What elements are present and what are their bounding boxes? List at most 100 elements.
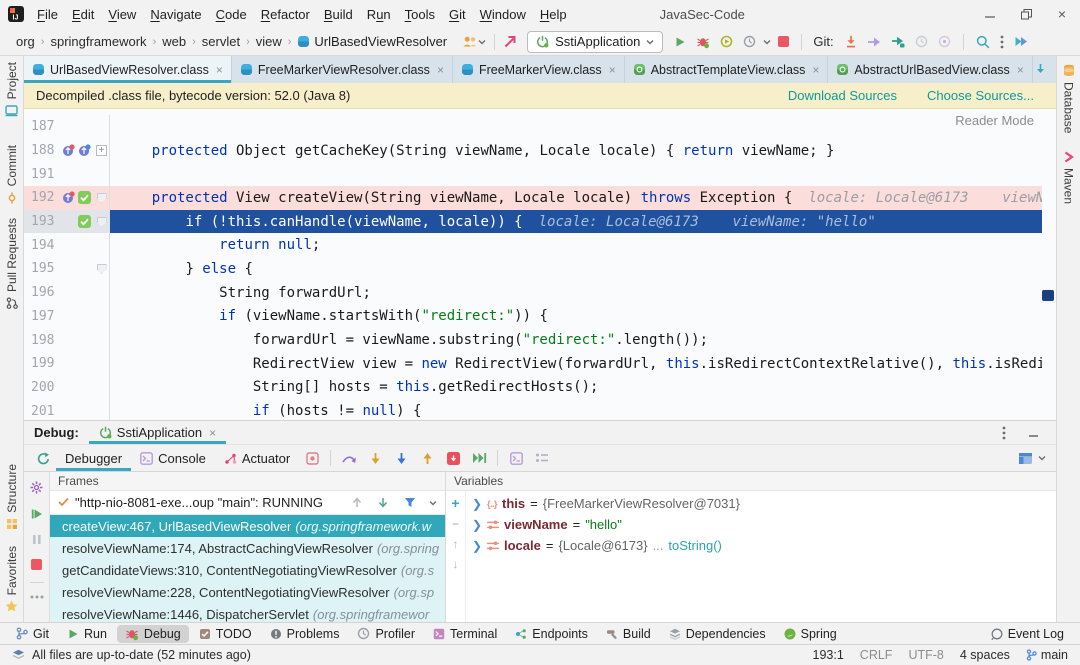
resume-program-button[interactable] [28,506,46,522]
layout-settings-button[interactable] [1015,450,1036,467]
code-text[interactable]: if (! this .canHandle(viewName, locale)) {… [110,209,1042,234]
minimize-button[interactable] [972,0,1008,28]
breadcrumb-servlet[interactable]: servlet [198,32,244,51]
line-number[interactable]: 188 [24,143,62,158]
remove-watch-button[interactable]: − [452,517,459,531]
code-text[interactable]: if (viewName.startsWith("redirect:")) { [110,305,1042,329]
editor-tab-abstracturlbasedview-class[interactable]: AbstractUrlBasedView.class × [828,56,1033,83]
download-sources-link[interactable]: Download Sources [788,88,897,103]
toolwindow-profiler[interactable]: Profiler [349,625,423,643]
line-ending-indicator[interactable]: CRLF [860,648,893,662]
menu-file[interactable]: File [30,4,65,25]
breadcrumb-view[interactable]: view [252,32,286,51]
menu-git[interactable]: Git [442,4,473,25]
tool-strip-pull-requests[interactable]: Pull Requests [5,218,19,309]
choose-sources-link[interactable]: Choose Sources... [927,88,1034,103]
toolwindow-todo[interactable]: TODO [191,625,260,643]
toolwindow-problems[interactable]: Problems [262,625,348,643]
debug-button[interactable] [693,33,713,51]
editor-tab-freemarkerviewresolver-class[interactable]: FreeMarkerViewResolver.class × [232,56,453,83]
add-watch-button[interactable]: + [451,495,459,511]
frame-row[interactable]: resolveViewName:174, AbstractCachingView… [50,537,445,559]
editor-tab-freemarkerview-class[interactable]: FreeMarkerView.class × [453,56,625,83]
menu-refactor[interactable]: Refactor [254,4,317,25]
line-number[interactable]: 194 [24,238,62,253]
to-string-link[interactable]: toString() [668,538,721,553]
expand-chevron-icon[interactable]: ❯ [472,497,482,511]
fold-collapse-icon[interactable] [96,216,107,227]
hidden-tabs-button[interactable] [1035,62,1056,77]
code-text[interactable]: RedirectView view = new RedirectView(for… [110,352,1042,376]
code-line[interactable]: 191 [24,162,1042,187]
code-with-me-button[interactable] [1011,33,1031,50]
rerun-debug-button[interactable] [30,445,56,471]
line-number[interactable]: 197 [24,309,62,324]
code-line[interactable]: 187 [24,115,1042,139]
git-fetch-button[interactable] [888,34,908,50]
code-line[interactable]: 198 forwardUrl = viewName.substring("red… [24,328,1042,352]
fold-expand-icon[interactable]: + [96,145,107,157]
breadcrumb-org[interactable]: org [12,32,39,51]
git-update-button[interactable] [842,33,860,50]
toolwindow-run[interactable]: Run [59,625,115,643]
code-text[interactable]: forwardUrl = viewName.substring("redirec… [110,328,1042,352]
git-history-button[interactable] [912,33,931,50]
fold-collapse-icon[interactable] [96,263,107,274]
code-line[interactable]: 197 if (viewName.startsWith("redirect:")… [24,304,1042,329]
expand-chevron-icon[interactable]: ❯ [472,539,482,553]
toolwindow-spring[interactable]: Spring [776,625,845,643]
code-line[interactable]: 199 RedirectView view = new RedirectView… [24,351,1042,376]
toolwindow-dependencies[interactable]: Dependencies [661,625,774,643]
frame-row[interactable]: createView:467, UrlBasedViewResolver (org… [50,515,445,537]
debug-settings-button[interactable] [27,479,46,496]
expand-chevron-icon[interactable]: ❯ [472,518,482,532]
menu-edit[interactable]: Edit [65,4,101,25]
tool-strip-project[interactable]: Project [5,62,19,117]
show-console-button[interactable] [503,445,529,471]
code-line[interactable]: 192 protected View createView(String vie… [24,186,1042,210]
collaborators-button[interactable] [459,33,489,50]
frame-row[interactable]: getCandidateViews:310, ContentNegotiatin… [50,559,445,581]
profile-button[interactable] [740,33,759,50]
menu-navigate[interactable]: Navigate [143,4,208,25]
git-push-button[interactable] [864,34,884,50]
breadcrumb-class[interactable]: UrlBasedViewResolver [293,32,451,51]
menu-code[interactable]: Code [209,4,254,25]
line-number[interactable]: 192 [24,190,62,205]
variable-row[interactable]: ❯ {..} this = {FreeMarkerViewResolver@7031… [466,493,1056,514]
step-out-button[interactable] [414,445,440,471]
tool-strip-commit[interactable]: Commit [5,145,19,204]
more-debug-actions-button[interactable] [27,593,47,601]
tool-strip-structure[interactable]: Structure [5,464,19,530]
prev-frame-button[interactable] [349,495,365,510]
encoding-indicator[interactable]: UTF-8 [908,648,943,662]
stop-button[interactable] [775,34,792,49]
run-anything-button[interactable] [500,33,519,50]
code-line[interactable]: 194 return null; [24,233,1042,258]
frame-row[interactable]: resolveViewName:228, ContentNegotiatingV… [50,581,445,603]
menu-build[interactable]: Build [317,4,360,25]
tool-strip-maven[interactable]: Maven [1062,151,1076,204]
line-number[interactable]: 191 [24,167,62,182]
toolwindow-event-log[interactable]: Event Log [983,625,1072,643]
debug-session-tab[interactable]: SstiApplication × [89,421,226,444]
run-to-cursor-button[interactable] [466,445,492,471]
code-line[interactable]: 193 if (! this .canHandle(viewName, locale… [24,209,1042,234]
threads-view-options-button[interactable] [529,445,555,471]
code-text[interactable]: String[] hosts = this .getRedirectHosts()… [110,376,1042,400]
menu-tools[interactable]: Tools [398,4,442,25]
code-line[interactable]: 196 String forwardUrl; [24,280,1042,305]
thread-dropdown-icon[interactable] [429,500,437,506]
frame-row[interactable]: resolveViewName:1446, DispatcherServlet(… [50,603,445,622]
code-text[interactable]: protected View createView(String viewNam… [110,186,1042,210]
code-line[interactable]: 195 } else { [24,257,1042,281]
code-text[interactable]: protected Object getCacheKey(String view… [110,139,1042,163]
debug-tab-actuator[interactable]: Actuator [215,445,299,471]
breakpoint-icon[interactable] [78,190,92,205]
menu-window[interactable]: Window [473,4,533,25]
toolwindow-build[interactable]: Build [598,625,659,643]
line-number[interactable]: 193 [24,214,62,229]
toolwindow-terminal[interactable]: Terminal [425,625,505,643]
restore-button[interactable] [1008,0,1044,28]
debug-options-button[interactable] [999,424,1009,442]
